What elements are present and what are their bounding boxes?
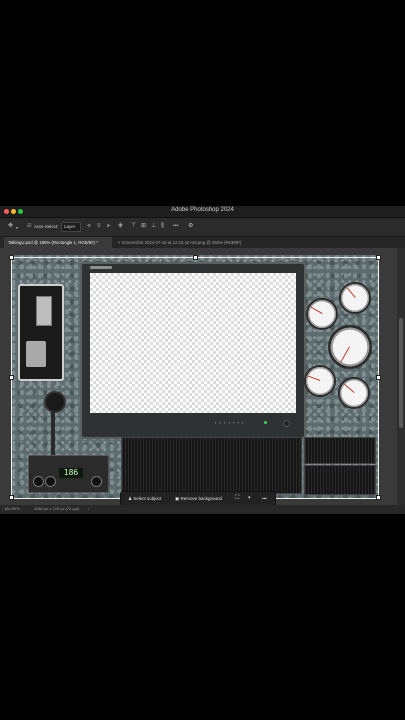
distribute-vertical-icon[interactable]: ⫼ <box>161 223 164 229</box>
title-bar: Adobe Photoshop 2024 <box>0 206 405 218</box>
auto-select-value: Layer <box>64 224 76 229</box>
contextual-task-bar: ♟ Select subject ▣ Remove background ⛶ ◐… <box>120 491 276 506</box>
align-middle-icon[interactable]: ⊞ <box>141 223 146 229</box>
select-subject-label: Select subject <box>133 496 162 501</box>
zoom-level[interactable]: 184.59% <box>4 506 20 511</box>
move-tool-icon[interactable]: ✥ <box>8 223 13 229</box>
canvas-area[interactable]: 186 ▪ ▪ ▪ ▪ ▪ ▪ ▪ <box>0 248 397 505</box>
window-title: Adobe Photoshop 2024 <box>171 207 234 213</box>
transform-handle[interactable] <box>376 255 381 260</box>
tab-talkingu-psd[interactable]: TalkingU.psd @ 185% (Rectangle 1, RGB/8#… <box>4 237 112 248</box>
options-bar: ✥ ▾ ☑ Auto-Select: Layer ⫷ ≡ ⫸ ⋕ ⊤ ⊞ ⊥ ⫼… <box>0 218 405 237</box>
transform-handle[interactable] <box>9 255 14 260</box>
remove-background-label: Remove background <box>180 496 223 501</box>
transform-handle[interactable] <box>9 495 14 500</box>
auto-select-checkbox[interactable]: ☑ <box>27 223 31 229</box>
settings-gear-icon[interactable]: ⚙ <box>188 223 193 229</box>
align-top-icon[interactable]: ⊤ <box>131 223 136 229</box>
photoshop-window: Adobe Photoshop 2024 ✥ ▾ ☑ Auto-Select: … <box>0 206 405 514</box>
align-bottom-icon[interactable]: ⊥ <box>151 223 156 229</box>
tab-label: TalkingU.psd @ 185% (Rectangle 1, RGB/8#… <box>8 240 98 245</box>
document-size: 1080 px x 720 px (72 ppi) <box>34 506 80 511</box>
distribute-icon[interactable]: ⋕ <box>118 223 123 229</box>
more-options-button[interactable]: ••• <box>262 492 267 505</box>
selection-frame[interactable] <box>11 257 379 499</box>
align-center-icon[interactable]: ≡ <box>97 223 101 229</box>
transform-icon[interactable]: ⛶ <box>235 492 239 505</box>
document-tabs: TalkingU.psd @ 185% (Rectangle 1, RGB/8#… <box>0 237 405 248</box>
align-right-icon[interactable]: ⫸ <box>107 223 110 229</box>
transform-handle[interactable] <box>9 375 14 380</box>
select-subject-button[interactable]: ♟ Select subject <box>128 492 161 505</box>
mask-icon[interactable]: ◐ <box>248 492 252 505</box>
tab-screenshot-png[interactable]: × Screenshot 2024-07-18 at 12.15.42 AM.p… <box>118 237 241 248</box>
transform-handle[interactable] <box>376 495 381 500</box>
status-menu-arrow-icon[interactable]: › <box>88 506 89 511</box>
vertical-scrollbar[interactable] <box>397 248 405 505</box>
status-bar: 184.59% 1080 px x 720 px (72 ppi) › <box>0 505 405 514</box>
transform-handle[interactable] <box>376 375 381 380</box>
auto-select-label: Auto-Select: <box>34 224 59 229</box>
remove-background-button[interactable]: ▣ Remove background <box>175 492 222 505</box>
transform-handle[interactable] <box>193 255 198 260</box>
more-options-button[interactable]: ••• <box>173 223 178 229</box>
align-left-icon[interactable]: ⫷ <box>87 223 90 229</box>
tab-label: Screenshot 2024-07-18 at 12.15.42 AM.png… <box>121 240 242 245</box>
chevron-down-icon[interactable]: ▾ <box>16 225 18 231</box>
scrollbar-thumb[interactable] <box>399 318 403 428</box>
auto-select-dropdown[interactable]: Layer <box>61 222 81 232</box>
